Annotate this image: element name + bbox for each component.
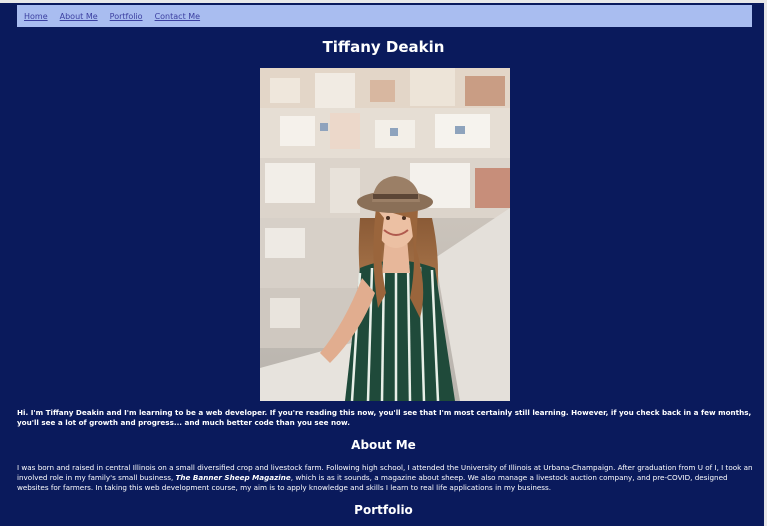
top-nav: Home About Me Portfolio Contact Me xyxy=(17,5,752,27)
window-top-border xyxy=(0,0,767,3)
nav-link-portfolio[interactable]: Portfolio xyxy=(110,12,143,21)
nav-link-contact-me[interactable]: Contact Me xyxy=(155,12,201,21)
about-me-heading: About Me xyxy=(351,438,416,452)
portfolio-heading: Portfolio xyxy=(354,503,413,517)
nav-link-about-me[interactable]: About Me xyxy=(60,12,98,21)
intro-paragraph: Hi. I'm Tiffany Deakin and I'm learning … xyxy=(17,408,752,427)
profile-photo xyxy=(260,68,510,401)
page-title: Tiffany Deakin xyxy=(322,38,445,56)
about-me-paragraph: I was born and raised in central Illinoi… xyxy=(17,463,754,493)
magazine-title: The Banner Sheep Magazine xyxy=(175,473,291,482)
nav-link-home[interactable]: Home xyxy=(24,12,48,21)
